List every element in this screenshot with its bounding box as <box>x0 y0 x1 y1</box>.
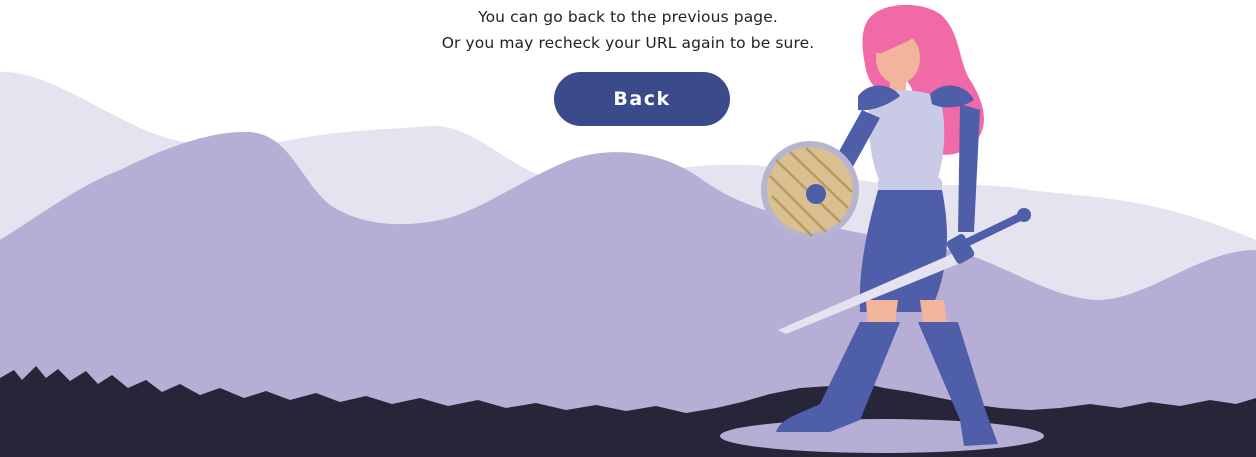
message-line-2: Or you may recheck your URL again to be … <box>441 34 815 52</box>
ground-shadow <box>720 419 1044 453</box>
error-message: You can go back to the previous page. Or… <box>0 0 1256 56</box>
back-button[interactable]: Back <box>554 72 730 126</box>
message-line-1: You can go back to the previous page. <box>478 8 778 26</box>
landscape-illustration <box>0 4 1256 457</box>
